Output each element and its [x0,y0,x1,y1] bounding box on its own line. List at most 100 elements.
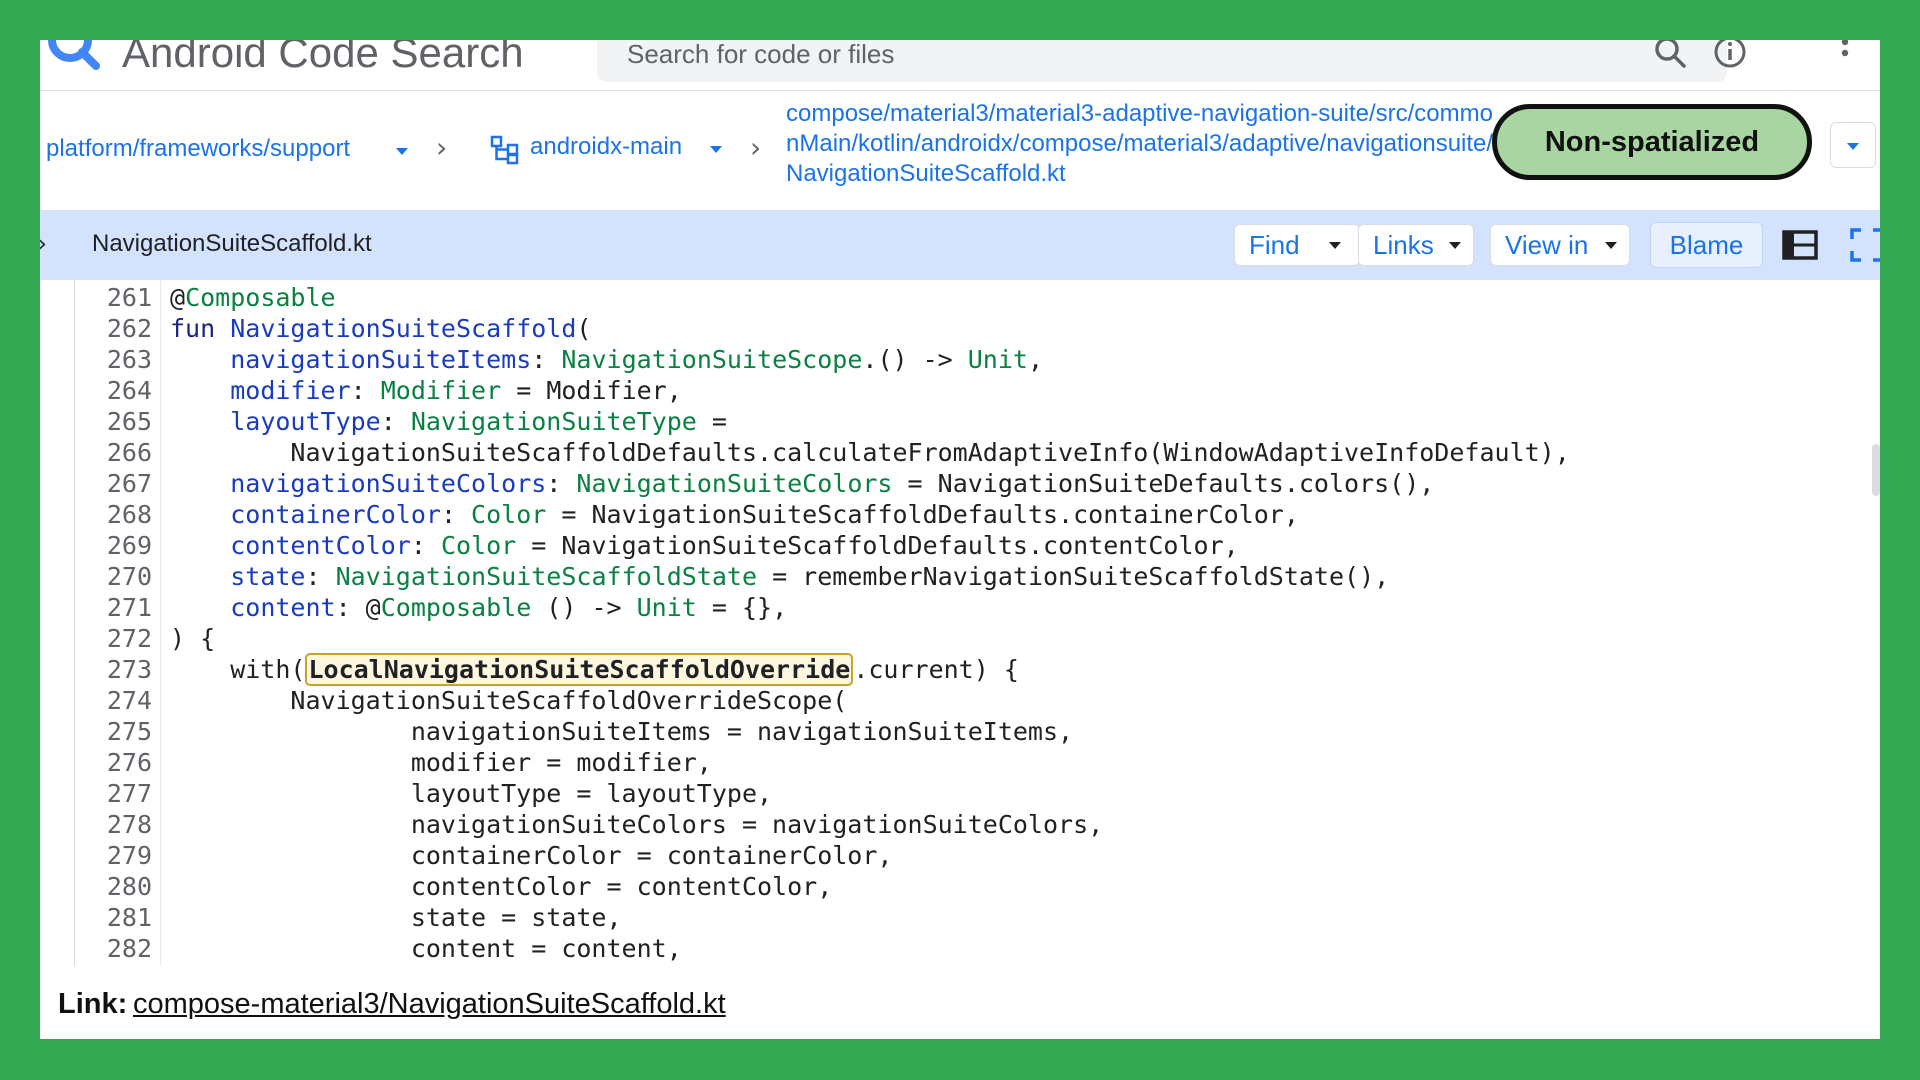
line-number[interactable]: 272 [72,623,152,654]
caret-down-icon [1605,242,1617,249]
line-number[interactable]: 261 [72,282,152,313]
logo-icon[interactable] [44,40,106,76]
code-viewer[interactable]: 261 @Composable 262 fun NavigationSuiteScaf… [40,280,1880,966]
line-number[interactable]: 264 [72,375,152,406]
code-token[interactable]: navigationSuiteColors [230,469,546,498]
info-icon[interactable] [1712,40,1748,70]
line-number[interactable]: 267 [72,468,152,499]
code-token: navigationSuiteColors = navigationSuiteC… [170,810,1104,839]
breadcrumb-repo[interactable]: platform/frameworks/support [46,135,350,163]
code-token[interactable]: content [230,593,335,622]
scrollbar-thumb[interactable] [1872,444,1880,496]
view-in-label: View in [1505,230,1589,260]
code-token[interactable]: NavigationSuiteColors [576,469,892,498]
code-token[interactable]: containerColor [230,500,441,529]
chevron-right-icon: › [436,131,448,164]
code-token: : [305,562,336,591]
gutter-divider [160,280,161,966]
line-number[interactable]: 275 [72,716,152,747]
links-label: Links [1373,230,1434,260]
code-token[interactable]: Color [471,500,546,529]
line-number[interactable]: 276 [72,747,152,778]
line-number[interactable]: 262 [72,313,152,344]
code-token: NavigationSuiteScaffoldOverrideScope( [170,686,848,715]
code-token: fun [170,314,231,343]
code-token[interactable]: Composable [185,283,336,312]
code-token[interactable]: state [230,562,305,591]
code-token: : [380,407,411,436]
code-token: ( [576,314,592,343]
code-token: = [696,407,727,436]
code-token[interactable]: Unit [968,345,1028,374]
code-text: NavigationSuiteScaffoldDefaults.calculat… [170,437,1569,468]
line-number[interactable]: 273 [72,654,152,685]
breadcrumb-file-path[interactable]: compose/material3/material3-adaptive-nav… [786,99,1506,189]
links-button[interactable]: Links [1358,224,1474,266]
non-spatialized-button[interactable]: Non-spatialized [1492,104,1812,180]
line-number[interactable]: 278 [72,809,152,840]
line-number[interactable]: 268 [72,499,152,530]
dropdown-button[interactable] [1830,122,1876,168]
find-button[interactable]: Find [1234,224,1360,266]
line-number[interactable]: 280 [72,871,152,902]
line-number[interactable]: 282 [72,933,152,964]
code-token[interactable]: Modifier [381,376,501,405]
line-number[interactable]: 269 [72,530,152,561]
more-vert-icon[interactable] [1840,40,1850,68]
code-token[interactable]: NavigationSuiteScaffold [230,314,576,343]
repo-caret-down-icon[interactable] [396,148,408,155]
code-token: : [350,376,381,405]
breadcrumb-branch[interactable]: androidx-main [530,133,682,161]
fullscreen-icon[interactable] [1850,228,1880,262]
code-token[interactable]: Unit [637,593,697,622]
find-label: Find [1249,230,1300,260]
expand-panel-icon[interactable]: › [40,232,47,257]
search-box[interactable] [597,40,1746,82]
code-token[interactable]: modifier [230,376,350,405]
caret-down-icon [1329,242,1341,249]
code-text: contentColor: Color = NavigationSuiteSca… [170,530,1238,561]
line-number[interactable]: 277 [72,778,152,809]
line-number[interactable]: 274 [72,685,152,716]
view-in-button[interactable]: View in [1490,224,1630,266]
line-number[interactable]: 281 [72,902,152,933]
layout-icon[interactable] [1782,230,1818,260]
blame-button[interactable]: Blame [1650,222,1763,268]
line-number[interactable]: 265 [72,406,152,437]
line-number[interactable]: 279 [72,840,152,871]
search-icon[interactable] [1652,40,1688,70]
line-number[interactable]: 270 [72,561,152,592]
line-number[interactable]: 271 [72,592,152,623]
code-token[interactable]: NavigationSuiteScaffoldState [336,562,757,591]
code-token[interactable]: Composable [381,593,532,622]
code-token: : [546,469,577,498]
code-token: = Modifier, [501,376,682,405]
code-text: navigationSuiteColors = navigationSuiteC… [170,809,1103,840]
code-token[interactable]: contentColor [230,531,411,560]
top-app-bar: Android Code Search [40,40,1880,90]
code-token[interactable]: navigationSuiteItems [230,345,531,374]
caret-down-icon [1847,143,1859,150]
line-number[interactable]: 266 [72,437,152,468]
branch-caret-down-icon[interactable] [710,146,722,153]
code-text: @Composable [170,282,336,313]
link-url[interactable]: compose-material3/NavigationSuiteScaffol… [133,988,726,1021]
code-token[interactable]: layoutType [230,407,381,436]
code-token[interactable]: Color [441,531,516,560]
code-token: : [440,500,472,529]
code-token: : [531,345,562,374]
breadcrumb: platform/frameworks/support › androidx-m… [40,90,1880,211]
code-token[interactable]: NavigationSuiteType [411,407,697,436]
code-token[interactable]: NavigationSuiteScope [561,345,862,374]
code-text: with(LocalNavigationSuiteScaffoldOverrid… [170,653,1019,686]
line-number[interactable]: 263 [72,344,152,375]
search-input[interactable] [627,40,1527,70]
branch-icon [490,135,519,165]
app-title[interactable]: Android Code Search [122,40,524,78]
highlighted-symbol[interactable]: LocalNavigationSuiteScaffoldOverride [305,653,854,686]
code-text: modifier = modifier, [170,747,712,778]
